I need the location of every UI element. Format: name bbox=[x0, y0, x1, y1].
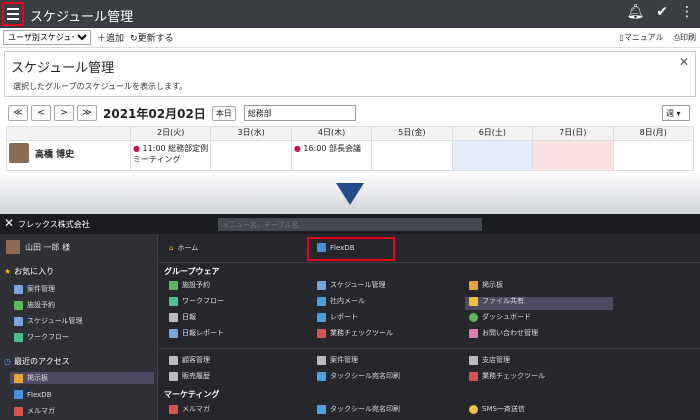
manual-link[interactable]: ▯マニュアル bbox=[619, 32, 663, 43]
menu-item[interactable]: 日報レポート bbox=[169, 328, 224, 338]
range-select[interactable]: 週 ▾ bbox=[662, 105, 690, 121]
day-header: 2日(火) bbox=[129, 126, 212, 141]
menu-search-input[interactable] bbox=[218, 218, 482, 231]
page-panel: スケジュール管理 選択したグループのスケジュールを表示します。 ✕ bbox=[4, 51, 696, 97]
close-icon[interactable]: ✕ bbox=[679, 55, 689, 69]
close-icon[interactable]: ✕ bbox=[4, 216, 14, 230]
event-item[interactable]: 16:00 部長会議 bbox=[303, 144, 361, 153]
app-header: スケジュール管理 🔔︎ ✔ ⋮ bbox=[0, 0, 700, 28]
bell-icon[interactable]: 🔔︎ bbox=[626, 4, 644, 20]
facility-icon bbox=[14, 300, 23, 310]
event-cell[interactable] bbox=[612, 140, 695, 171]
day-header: 4日(木) bbox=[290, 126, 373, 141]
database-icon bbox=[14, 390, 23, 399]
workflow-icon bbox=[14, 332, 23, 342]
menu-item[interactable]: 支店管理 bbox=[469, 355, 510, 365]
more-icon[interactable]: ⋮ bbox=[680, 4, 694, 20]
mail-icon bbox=[14, 406, 23, 416]
menu-item[interactable]: 販売履歴 bbox=[169, 371, 210, 381]
event-cell[interactable] bbox=[532, 140, 614, 171]
menu-content: ⌂ ホーム FlexDB グループウェア 施設予約 ワークフロー 日報 日報レポー… bbox=[159, 234, 700, 420]
current-date: 2021年02月02日 bbox=[103, 106, 206, 121]
avatar bbox=[6, 240, 20, 254]
next-week-button[interactable]: ≫ bbox=[77, 105, 97, 121]
menu-item[interactable]: 業務チェックツール bbox=[469, 371, 545, 381]
menu-item[interactable]: タックシール宛名印刷 bbox=[317, 371, 400, 381]
day-header: 6日(土) bbox=[451, 126, 534, 141]
marketing-heading: マーケティング bbox=[164, 390, 220, 399]
day-header: 5日(金) bbox=[371, 126, 453, 141]
app-title: スケジュール管理 bbox=[30, 10, 134, 25]
recent-item[interactable]: 掲示板 bbox=[10, 372, 154, 384]
hamburger-menu-button[interactable] bbox=[2, 2, 24, 26]
favorites-heading: ★ お気に入り bbox=[4, 267, 55, 276]
table-row: 高橋 博史 ● 11:00 総務部定例ミーティング ● 16:00 部長会議 bbox=[6, 140, 695, 171]
group-field[interactable]: 総務部 bbox=[243, 105, 356, 121]
menu-item[interactable]: メルマガ bbox=[169, 404, 210, 414]
toolbar: ユーザ別スケジュール ＋追加 ↻更新する ▯マニュアル ⎙印刷 bbox=[0, 28, 700, 48]
schedule-grid: 2日(火) 3日(水) 4日(木) 5日(金) 6日(土) 7日(日) 8日(月… bbox=[6, 126, 695, 171]
table-icon bbox=[14, 284, 23, 294]
next-day-button[interactable]: > bbox=[54, 105, 74, 121]
star-icon: ★ bbox=[4, 267, 12, 276]
menu-item[interactable]: お問い合わせ管理 bbox=[469, 328, 538, 338]
view-select[interactable]: ユーザ別スケジュール bbox=[3, 30, 91, 45]
add-button[interactable]: ＋追加 bbox=[97, 31, 124, 44]
menu-sidebar: 山田 一郎 様 ★ お気に入り 案件管理 施設予約 スケジュール管理 ワークフロー… bbox=[0, 234, 158, 420]
menu-user[interactable]: 山田 一郎 様 bbox=[6, 240, 70, 254]
menu-item[interactable]: ダッシュボード bbox=[469, 312, 531, 322]
print-link[interactable]: ⎙印刷 bbox=[674, 32, 696, 43]
menu-item[interactable]: 掲示板 bbox=[469, 280, 503, 290]
down-arrow-icon bbox=[336, 183, 364, 205]
menu-item[interactable]: SMS一斉送信 bbox=[469, 404, 525, 414]
menu-item[interactable]: 日報 bbox=[169, 312, 196, 322]
event-item[interactable]: 11:00 総務部定例ミーティング bbox=[133, 144, 208, 164]
menu-item[interactable]: レポート bbox=[317, 312, 358, 322]
check-icon[interactable]: ✔ bbox=[656, 4, 668, 20]
day-header: 7日(日) bbox=[532, 126, 614, 141]
day-header: 8日(月) bbox=[612, 126, 695, 141]
event-cell[interactable]: ● 11:00 総務部定例ミーティング bbox=[129, 140, 212, 171]
global-menu: ✕ フレックス株式会社 山田 一郎 様 ★お気に入り 案件管理 施設予約 スケジ… bbox=[0, 214, 700, 420]
menu-item[interactable]: 業務チェックツール bbox=[317, 328, 393, 338]
menu-item[interactable]: 社内メール bbox=[317, 296, 365, 306]
event-cell[interactable]: ● 16:00 部長会議 bbox=[290, 140, 373, 171]
event-cell[interactable] bbox=[210, 140, 292, 171]
board-icon bbox=[14, 373, 23, 383]
menu-item[interactable]: ファイル共有 bbox=[469, 296, 524, 306]
favorite-item[interactable]: スケジュール管理 bbox=[14, 316, 83, 326]
page-description: 選択したグループのスケジュールを表示します。 bbox=[13, 82, 188, 91]
favorite-item[interactable]: 施設予約 bbox=[14, 300, 55, 310]
day-header: 3日(水) bbox=[210, 126, 292, 141]
prev-day-button[interactable]: < bbox=[31, 105, 51, 121]
menu-item[interactable]: スケジュール管理 bbox=[317, 280, 386, 290]
recent-item[interactable]: FlexDB bbox=[14, 390, 52, 399]
highlight-box bbox=[307, 237, 395, 261]
clock-icon: ◷ bbox=[4, 357, 11, 366]
menu-item[interactable]: 顧客管理 bbox=[169, 355, 210, 365]
home-link[interactable]: ⌂ ホーム bbox=[169, 243, 198, 253]
recent-item[interactable]: メルマガ bbox=[14, 406, 55, 416]
menu-item[interactable]: 案件管理 bbox=[317, 355, 358, 365]
today-button[interactable]: 本日 bbox=[211, 105, 236, 121]
event-cell[interactable] bbox=[451, 140, 534, 171]
recent-heading: ◷ 最近のアクセス bbox=[4, 357, 70, 366]
prev-week-button[interactable]: ≪ bbox=[8, 105, 28, 121]
menu-item[interactable]: タックシール宛名印刷 bbox=[317, 404, 400, 414]
date-navigation: ≪ < > ≫ 2021年02月02日 本日 総務部 週 ▾ bbox=[0, 100, 700, 126]
event-cell[interactable] bbox=[371, 140, 453, 171]
avatar bbox=[9, 143, 29, 163]
menu-item[interactable]: 施設予約 bbox=[169, 280, 210, 290]
menu-item[interactable]: ワークフロー bbox=[169, 296, 224, 306]
refresh-button[interactable]: ↻更新する bbox=[130, 31, 174, 44]
user-name: 高橋 博史 bbox=[35, 149, 75, 160]
hamburger-icon bbox=[7, 8, 19, 10]
company-name: フレックス株式会社 bbox=[18, 220, 90, 229]
calendar-icon bbox=[14, 316, 23, 326]
home-icon: ⌂ bbox=[169, 244, 174, 252]
favorite-item[interactable]: 案件管理 bbox=[14, 284, 55, 294]
favorite-item[interactable]: ワークフロー bbox=[14, 332, 69, 342]
page-title: スケジュール管理 bbox=[11, 61, 115, 76]
groupware-heading: グループウェア bbox=[164, 267, 220, 276]
